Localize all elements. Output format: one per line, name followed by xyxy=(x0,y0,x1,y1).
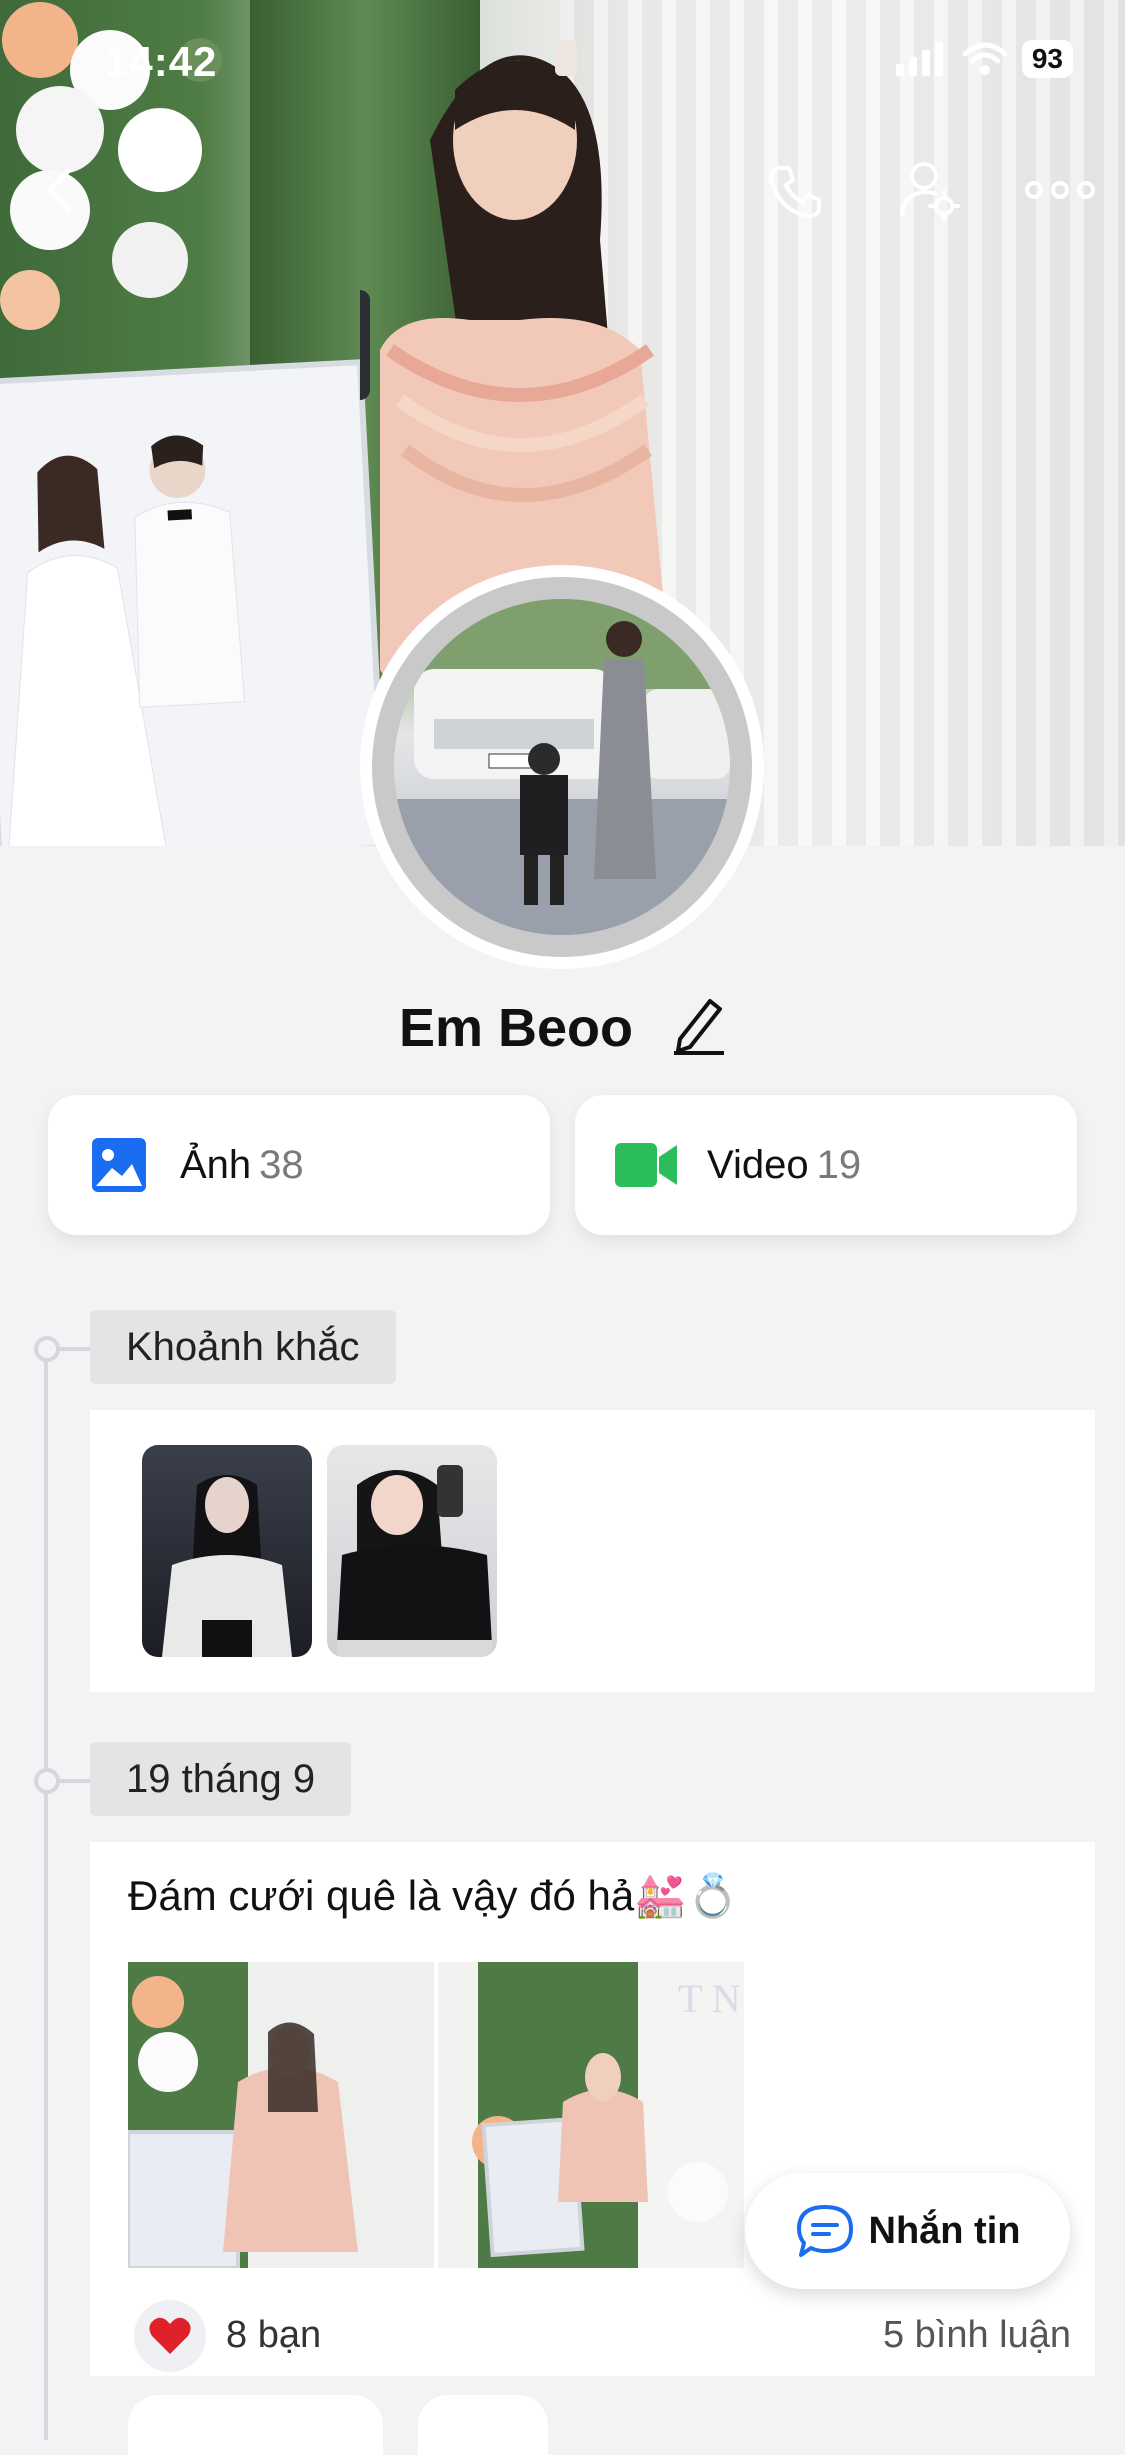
heart-icon xyxy=(149,2317,191,2354)
moment-thumbnail[interactable] xyxy=(327,1445,497,1657)
back-button[interactable] xyxy=(30,160,90,220)
cover-wedding-frame xyxy=(0,365,383,846)
avatar-image xyxy=(394,599,730,935)
image-icon xyxy=(92,1138,146,1192)
profile-settings-button[interactable] xyxy=(895,155,965,225)
wifi-icon xyxy=(962,42,1008,75)
post-photo[interactable] xyxy=(128,1962,434,2268)
battery-level: 93 xyxy=(1021,40,1073,78)
chat-bubble-icon xyxy=(796,2205,853,2257)
status-icons: 93 xyxy=(895,40,1073,78)
more-horizontal-icon xyxy=(1025,181,1095,199)
post-reactions-row: 8 bạn 5 bình luận xyxy=(90,2296,1095,2376)
timeline-line xyxy=(44,1340,48,2440)
comments-count[interactable]: 5 bình luận xyxy=(883,2314,1071,2357)
moment-thumbnail[interactable] xyxy=(142,1445,312,1657)
message-button[interactable]: Nhắn tin xyxy=(745,2173,1070,2289)
more-button[interactable] xyxy=(1020,165,1100,215)
timeline-connector xyxy=(56,1779,92,1783)
post-date-label: 19 tháng 9 xyxy=(90,1742,352,1816)
moments-section-title: Khoảnh khắc xyxy=(90,1310,396,1384)
videos-label: Video xyxy=(707,1142,809,1187)
avatar[interactable] xyxy=(360,565,764,969)
photos-tab-button[interactable]: Ảnh 38 xyxy=(48,1095,550,1235)
post-caption: Đám cưới quê là vậy đó hả💒💍 xyxy=(128,1872,739,1919)
photos-count: 38 xyxy=(259,1142,304,1187)
edit-name-button[interactable] xyxy=(672,995,726,1068)
moments-card xyxy=(90,1410,1095,1692)
message-button-label: Nhắn tin xyxy=(868,2209,1021,2252)
photos-label: Ảnh xyxy=(180,1142,252,1187)
signal-icon xyxy=(895,42,943,76)
post-photo[interactable]: T N xyxy=(438,1962,744,2268)
like-button[interactable] xyxy=(134,2300,206,2372)
avatar-ring xyxy=(372,577,752,957)
post-action-comment[interactable] xyxy=(418,2395,548,2455)
post-action-like[interactable] xyxy=(128,2395,383,2455)
call-button[interactable] xyxy=(760,155,830,225)
videos-tab-button[interactable]: Video 19 xyxy=(575,1095,1077,1235)
pencil-icon xyxy=(674,999,725,1055)
svg-text:T N: T N xyxy=(678,1976,741,2021)
video-camera-icon xyxy=(615,1143,677,1187)
likes-count[interactable]: 8 bạn xyxy=(226,2314,321,2357)
videos-count: 19 xyxy=(816,1142,862,1187)
status-time: 14:42 xyxy=(105,38,218,85)
chevron-left-icon xyxy=(47,168,71,212)
timeline-connector xyxy=(56,1347,92,1351)
profile-name: Em Beoo xyxy=(398,997,634,1058)
profile-name-row: Em Beoo xyxy=(0,995,1125,1068)
phone-icon xyxy=(769,166,821,218)
user-gear-icon xyxy=(900,162,960,222)
